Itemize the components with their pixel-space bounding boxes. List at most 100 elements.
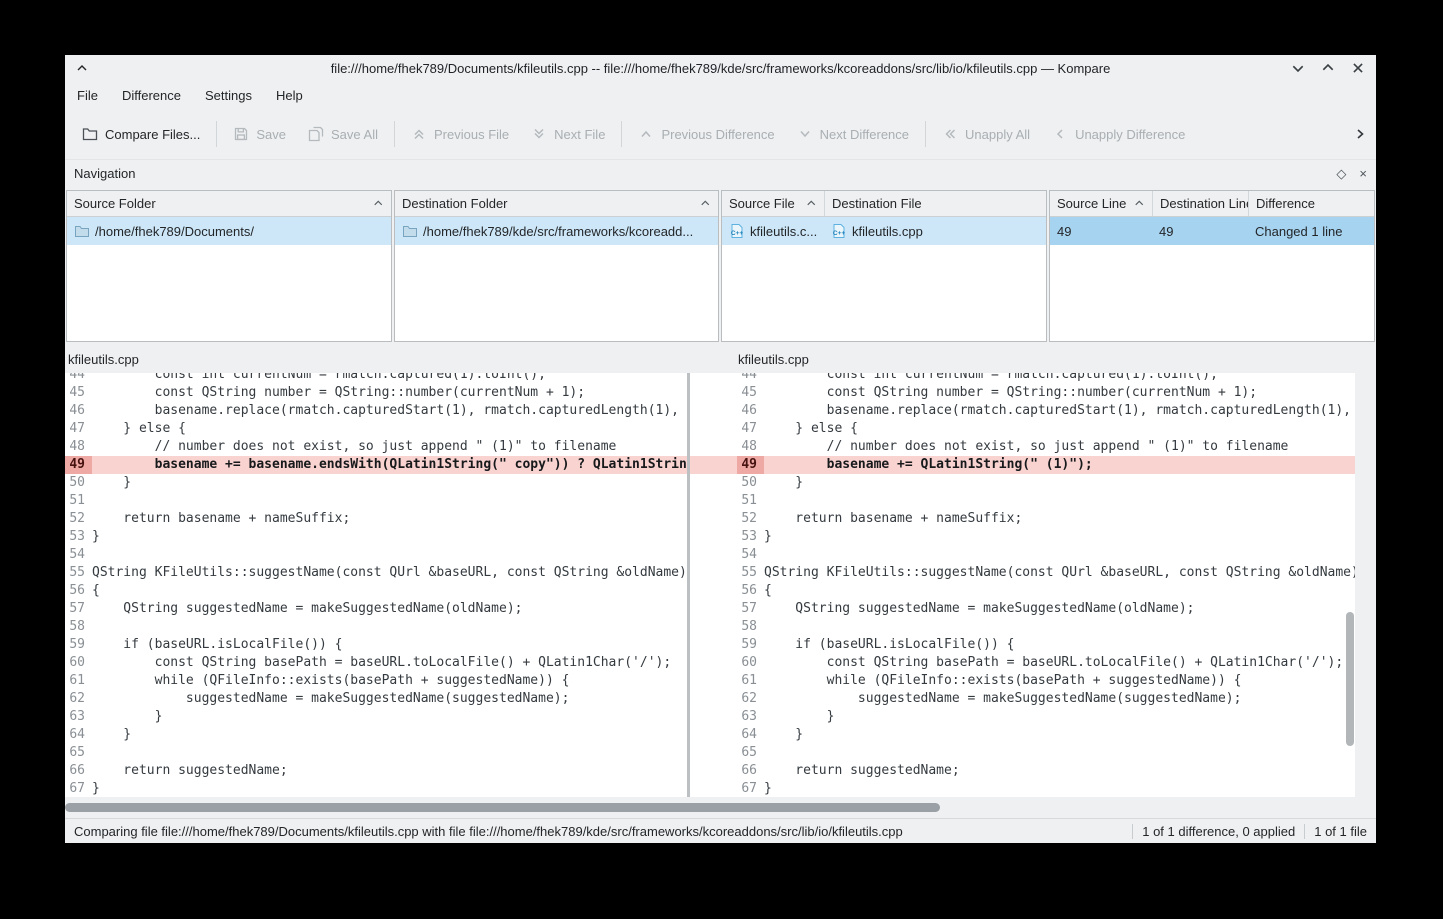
horizontal-scrollbar-thumb[interactable] xyxy=(65,803,940,812)
code-line-62[interactable]: 62 suggestedName = makeSuggestedName(sug… xyxy=(737,690,1355,708)
code-line-57[interactable]: 57 QString suggestedName = makeSuggested… xyxy=(65,600,687,618)
code-text: while (QFileInfo::exists(basePath + sugg… xyxy=(92,672,687,690)
code-line-51[interactable]: 51 xyxy=(65,492,687,510)
code-line-48[interactable]: 48 // number does not exist, so just app… xyxy=(65,438,687,456)
code-line-56[interactable]: 56{ xyxy=(65,582,687,600)
code-line-52[interactable]: 52 return basename + nameSuffix; xyxy=(65,510,687,528)
menu-file[interactable]: File xyxy=(77,88,98,103)
button-label: Previous Difference xyxy=(661,127,774,142)
code-line-53[interactable]: 53} xyxy=(737,528,1355,546)
code-line-54[interactable]: 54 xyxy=(737,546,1355,564)
code-line-59[interactable]: 59 if (baseURL.isLocalFile()) { xyxy=(65,636,687,654)
code-line-60[interactable]: 60 const QString basePath = baseURL.toLo… xyxy=(65,654,687,672)
code-line-56[interactable]: 56{ xyxy=(737,582,1355,600)
code-line-46[interactable]: 46 basename.replace(rmatch.capturedStart… xyxy=(65,402,687,420)
source-file-column-header[interactable]: Source File xyxy=(722,191,824,216)
code-line-58[interactable]: 58 xyxy=(737,618,1355,636)
navigation-title: Navigation xyxy=(74,166,135,181)
menu-settings[interactable]: Settings xyxy=(205,88,252,103)
code-line-55[interactable]: 55QString KFileUtils::suggestName(const … xyxy=(737,564,1355,582)
code-line-53[interactable]: 53} xyxy=(65,528,687,546)
code-line-67[interactable]: 67} xyxy=(737,780,1355,797)
code-line-67[interactable]: 67} xyxy=(65,780,687,797)
next-difference-button[interactable]: Next Difference xyxy=(786,115,920,153)
float-dock-icon[interactable]: ◇ xyxy=(1336,167,1346,180)
code-line-64[interactable]: 64 } xyxy=(65,726,687,744)
source-line-column-header[interactable]: Source Line xyxy=(1050,191,1152,216)
difference-row[interactable]: 49 49 Changed 1 line xyxy=(1050,217,1374,245)
sort-ascending-icon xyxy=(700,200,711,207)
code-line-57[interactable]: 57 QString suggestedName = makeSuggested… xyxy=(737,600,1355,618)
code-line-48[interactable]: 48 // number does not exist, so just app… xyxy=(737,438,1355,456)
code-line-44[interactable]: 44 const int currentNum = rmatch.capture… xyxy=(737,373,1355,384)
code-line-65[interactable]: 65 xyxy=(737,744,1355,762)
previous-file-button[interactable]: Previous File xyxy=(400,115,520,153)
destination-folder-column-header[interactable]: Destination Folder xyxy=(395,191,718,216)
code-line-49[interactable]: 49 basename += QLatin1String(" (1)"); xyxy=(737,456,1355,474)
source-folder-row[interactable]: /home/fhek789/Documents/ xyxy=(67,217,391,245)
source-folder-column-header[interactable]: Source Folder xyxy=(67,191,391,216)
destination-code-pane[interactable]: 44 const int currentNum = rmatch.capture… xyxy=(737,373,1355,797)
code-line-49[interactable]: 49 basename += basename.endsWith(QLatin1… xyxy=(65,456,687,474)
horizontal-scrollbar[interactable] xyxy=(65,797,1355,818)
compare-files-button[interactable]: Compare Files... xyxy=(71,115,211,153)
vertical-scrollbar[interactable] xyxy=(1345,373,1355,797)
difference-column-header[interactable]: Difference xyxy=(1248,191,1374,216)
chevron-down-icon xyxy=(797,126,813,142)
code-line-60[interactable]: 60 const QString basePath = baseURL.toLo… xyxy=(737,654,1355,672)
code-line-66[interactable]: 66 return suggestedName; xyxy=(737,762,1355,780)
destination-file-column-header[interactable]: Destination File xyxy=(824,191,1046,216)
destination-line-column-header[interactable]: Destination Line xyxy=(1152,191,1248,216)
line-number: 56 xyxy=(65,582,92,600)
shade-window-icon[interactable] xyxy=(76,62,88,74)
code-line-45[interactable]: 45 const QString number = QString::numbe… xyxy=(737,384,1355,402)
close-dock-icon[interactable]: × xyxy=(1359,167,1367,180)
code-line-44[interactable]: 44 const int currentNum = rmatch.capture… xyxy=(65,373,687,384)
code-line-62[interactable]: 62 suggestedName = makeSuggestedName(sug… xyxy=(65,690,687,708)
source-line-value: 49 xyxy=(1057,224,1071,239)
code-line-58[interactable]: 58 xyxy=(65,618,687,636)
source-code-pane[interactable]: 44 const int currentNum = rmatch.capture… xyxy=(65,373,687,797)
code-line-59[interactable]: 59 if (baseURL.isLocalFile()) { xyxy=(737,636,1355,654)
code-line-55[interactable]: 55QString KFileUtils::suggestName(const … xyxy=(65,564,687,582)
next-file-button[interactable]: Next File xyxy=(520,115,616,153)
code-line-61[interactable]: 61 while (QFileInfo::exists(basePath + s… xyxy=(65,672,687,690)
destination-folder-row[interactable]: /home/fhek789/kde/src/frameworks/kcoread… xyxy=(395,217,718,245)
toolbar-overflow-button[interactable] xyxy=(1350,124,1370,144)
minimize-button[interactable] xyxy=(1291,61,1305,75)
code-line-63[interactable]: 63 } xyxy=(737,708,1355,726)
vertical-scrollbar-thumb[interactable] xyxy=(1346,612,1354,746)
code-line-65[interactable]: 65 xyxy=(65,744,687,762)
code-line-47[interactable]: 47 } else { xyxy=(65,420,687,438)
files-row[interactable]: C++ kfileutils.c... C++ kfileutils.cpp xyxy=(722,217,1046,245)
close-button[interactable] xyxy=(1351,61,1365,75)
menu-help[interactable]: Help xyxy=(276,88,303,103)
code-text: QString suggestedName = makeSuggestedNam… xyxy=(92,600,687,618)
line-number: 53 xyxy=(65,528,92,546)
code-line-66[interactable]: 66 return suggestedName; xyxy=(65,762,687,780)
line-number: 52 xyxy=(65,510,92,528)
code-line-61[interactable]: 61 while (QFileInfo::exists(basePath + s… xyxy=(737,672,1355,690)
previous-difference-button[interactable]: Previous Difference xyxy=(627,115,785,153)
unapply-difference-button[interactable]: Unapply Difference xyxy=(1041,115,1196,153)
code-line-52[interactable]: 52 return basename + nameSuffix; xyxy=(737,510,1355,528)
code-line-64[interactable]: 64 } xyxy=(737,726,1355,744)
code-line-47[interactable]: 47 } else { xyxy=(737,420,1355,438)
code-line-50[interactable]: 50 } xyxy=(737,474,1355,492)
code-line-46[interactable]: 46 basename.replace(rmatch.capturedStart… xyxy=(737,402,1355,420)
code-line-45[interactable]: 45 const QString number = QString::numbe… xyxy=(65,384,687,402)
menu-difference[interactable]: Difference xyxy=(122,88,181,103)
code-line-54[interactable]: 54 xyxy=(65,546,687,564)
line-number: 53 xyxy=(737,528,764,546)
save-button[interactable]: Save xyxy=(222,115,297,153)
titlebar[interactable]: file:///home/fhek789/Documents/kfileutil… xyxy=(65,55,1376,81)
code-text xyxy=(764,492,1355,510)
code-line-50[interactable]: 50 } xyxy=(65,474,687,492)
maximize-button[interactable] xyxy=(1321,61,1335,75)
unapply-all-button[interactable]: Unapply All xyxy=(931,115,1041,153)
line-number: 47 xyxy=(737,420,764,438)
code-line-51[interactable]: 51 xyxy=(737,492,1355,510)
code-line-63[interactable]: 63 } xyxy=(65,708,687,726)
list-header-row: Source File Destination File xyxy=(722,191,1046,217)
save-all-button[interactable]: Save All xyxy=(297,115,389,153)
